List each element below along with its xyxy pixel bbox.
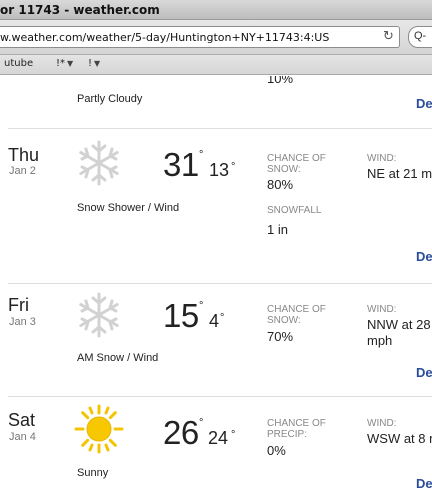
day-name: Thu (8, 145, 40, 165)
bookmark-folder-3[interactable]: ! ▼ (88, 58, 100, 69)
snowfall-label: SNOWFALL (267, 205, 322, 216)
chance-value: 80% (267, 177, 294, 192)
address-bar[interactable]: w.weather.com/weather/5-day/Huntington+N… (0, 26, 400, 48)
url-text: w.weather.com/weather/5-day/Huntington+N… (0, 31, 330, 44)
bookmarks-bar: utube !* ▼ ! ▼ (0, 55, 432, 75)
details-link[interactable]: De (416, 365, 432, 380)
reload-icon[interactable]: ↻ (383, 30, 397, 44)
degree-symbol: ° (220, 312, 225, 324)
condition-text: Snow Shower / Wind (77, 202, 180, 214)
condition-text: Partly Cloudy (77, 93, 143, 105)
wind-label: WIND: (367, 304, 397, 315)
chance-value: 70% (267, 329, 294, 344)
snowflake-icon (79, 292, 119, 338)
bookmark-folder-utube[interactable]: utube (4, 58, 33, 69)
sun-icon (74, 404, 124, 454)
window-title-bar: or 11743 - weather.com (0, 0, 432, 20)
search-box[interactable]: Q- (408, 26, 432, 48)
wind-value: NNW at 28 mph (367, 317, 431, 348)
day-date: Jan 4 (9, 431, 36, 443)
low-temp: 13 (209, 160, 230, 180)
details-link[interactable]: De (416, 249, 432, 264)
day-date: Jan 3 (9, 316, 36, 328)
degree-symbol: ° (231, 429, 236, 441)
low-temp: 4 (209, 311, 220, 331)
chevron-down-icon: ▼ (67, 59, 74, 68)
day-name: Sat (8, 410, 36, 430)
high-temp: 26 (163, 414, 199, 451)
wind-label: WIND: (367, 418, 397, 429)
chance-label: CHANCE OF PRECIP: (267, 418, 326, 440)
snowflake-icon (79, 140, 119, 186)
wind-value: NE at 21 m (367, 166, 432, 181)
details-link[interactable]: De (416, 96, 432, 111)
forecast-content: 10% Partly Cloudy De Thu Jan 2 Snow Show… (0, 76, 432, 500)
forecast-row-thu: Thu Jan 2 Snow Shower / Wind 31 ° 13 ° C… (0, 128, 432, 283)
degree-symbol: ° (199, 300, 204, 312)
wind-label: WIND: (367, 153, 397, 164)
degree-symbol: ° (199, 149, 204, 161)
search-label: Q- (414, 30, 427, 42)
forecast-row-partial: 10% Partly Cloudy De (0, 76, 432, 128)
window-title: or 11743 - weather.com (0, 3, 160, 17)
high-temp: 31 (163, 146, 199, 183)
forecast-row-sat: Sat Jan 4 Sunny 26 ° 24 ° CHANCE OF PREC… (0, 396, 432, 500)
browser-toolbar: w.weather.com/weather/5-day/Huntington+N… (0, 20, 432, 55)
degree-symbol: ° (199, 417, 204, 429)
day-date: Jan 2 (9, 165, 36, 177)
bookmark-folder-2[interactable]: !* ▼ (56, 58, 73, 69)
chevron-down-icon: ▼ (94, 59, 101, 68)
chance-label: CHANCE OF SNOW: (267, 153, 326, 175)
details-link[interactable]: De (416, 476, 432, 491)
low-temp: 24 (208, 428, 229, 448)
wind-value: WSW at 8 m (367, 431, 432, 446)
chance-value: 10% (267, 76, 294, 86)
condition-text: Sunny (77, 467, 109, 479)
degree-symbol: ° (231, 161, 236, 173)
condition-text: AM Snow / Wind (77, 352, 159, 364)
high-temp: 15 (163, 297, 199, 334)
snowfall-value: 1 in (267, 222, 288, 237)
forecast-row-fri: Fri Jan 3 AM Snow / Wind 15 ° 4 ° CHANCE… (0, 283, 432, 396)
day-name: Fri (8, 295, 29, 315)
chance-value: 0% (267, 443, 286, 458)
chance-label: CHANCE OF SNOW: (267, 304, 326, 326)
